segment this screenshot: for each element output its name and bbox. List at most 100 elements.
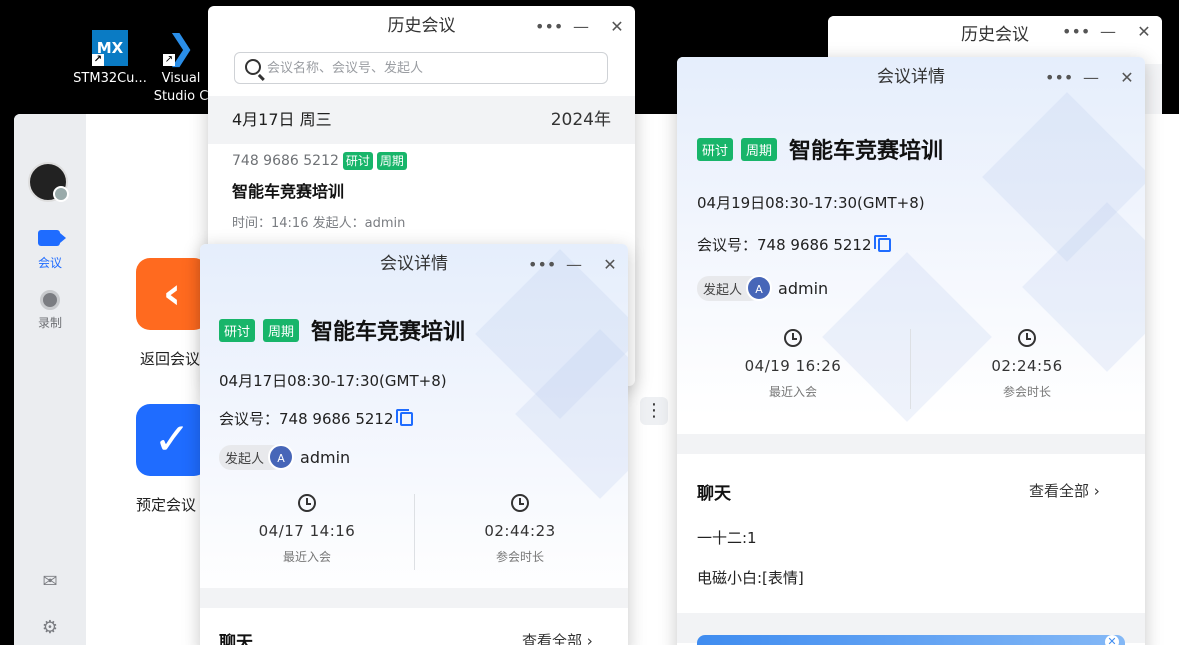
view-all-link[interactable]: 查看全部 › xyxy=(1029,480,1100,501)
check-icon: ✓ xyxy=(153,414,191,465)
window-controls: ••• — ✕ xyxy=(535,6,627,46)
chevron-right-icon: › xyxy=(1093,482,1100,500)
sidebar: 会议 录制 ✉ ⚙ xyxy=(14,114,86,645)
sidebar-item-meeting[interactable]: 会议 xyxy=(14,230,86,271)
more-icon[interactable]: ••• xyxy=(1045,68,1073,87)
window-controls: ••• — ✕ xyxy=(1045,57,1137,97)
schedule-meeting-button[interactable]: ✓ xyxy=(136,404,208,476)
divider xyxy=(910,329,911,409)
minimize-icon[interactable]: — xyxy=(571,17,591,36)
window-controls: ••• — ✕ xyxy=(528,244,620,284)
desktop-icon-label: STM32Cu... xyxy=(73,71,147,86)
meeting-detail-window-left: 会议详情 ••• — ✕ 研讨 周期 智能车竞赛培训 04月17日08:30-1… xyxy=(200,244,628,645)
chat-message: 一十二:1 xyxy=(697,529,757,547)
history-icon xyxy=(298,494,316,512)
copy-icon[interactable] xyxy=(873,235,891,252)
sidebar-item-label: 录制 xyxy=(37,316,62,330)
host-row: 发起人 A admin xyxy=(219,444,350,470)
record-icon xyxy=(40,290,60,310)
view-all-link[interactable]: 查看全部 › xyxy=(522,630,593,645)
host-avatar: A xyxy=(268,444,295,470)
last-join-stat: 04/17 14:16 最近入会 xyxy=(217,494,397,565)
more-icon[interactable]: ••• xyxy=(535,17,563,36)
minimize-icon[interactable]: — xyxy=(1081,68,1101,87)
close-icon[interactable]: ✕ xyxy=(1105,635,1119,645)
more-options-button[interactable]: ⋮ xyxy=(640,397,668,425)
desktop-icon-stm32[interactable]: MX ↗ STM32Cu... xyxy=(60,30,160,88)
tag-discussion: 研讨 xyxy=(342,152,373,170)
return-meeting-label: 返回会议 xyxy=(140,350,201,368)
schedule-meeting-label: 预定会议 xyxy=(136,496,197,514)
divider xyxy=(414,494,415,570)
meeting-id: 748 9686 5212 xyxy=(232,153,339,169)
meeting-number: 会议号：748 9686 5212 xyxy=(219,410,394,428)
meeting-meta: 时间：14:16 发起人：admin xyxy=(232,216,406,231)
tag-recurring: 周期 xyxy=(376,152,407,170)
meeting-title: 智能车竞赛培训 xyxy=(232,182,345,201)
history-icon xyxy=(784,329,802,347)
host-avatar: A xyxy=(746,275,773,301)
return-arrow-icon: ‹ xyxy=(162,268,182,319)
chevron-right-icon: › xyxy=(586,632,593,645)
window-controls: ••• — ✕ xyxy=(1062,16,1154,46)
minimize-icon[interactable]: — xyxy=(1098,22,1118,41)
close-icon[interactable]: ✕ xyxy=(607,17,627,36)
last-join-label: 最近入会 xyxy=(768,385,817,399)
close-icon[interactable]: ✕ xyxy=(1117,68,1137,87)
chat-heading: 聊天 xyxy=(697,484,731,504)
avatar[interactable] xyxy=(28,162,69,202)
duration-label: 参会时长 xyxy=(495,550,544,564)
clock-icon xyxy=(511,494,529,512)
chat-heading: 聊天 xyxy=(219,633,253,645)
list-item[interactable]: 748 9686 5212 研讨 周期 智能车竞赛培训 时间：14:16 发起人… xyxy=(232,152,612,231)
stm32cubemx-icon: MX ↗ xyxy=(92,30,128,66)
title-row: 研讨 周期 智能车竞赛培训 xyxy=(219,314,465,346)
chat-message: 电磁小白:[表情] xyxy=(697,569,804,587)
close-icon[interactable]: ✕ xyxy=(600,255,620,274)
return-meeting-button[interactable]: ‹ xyxy=(136,258,208,330)
shortcut-arrow-icon: ↗ xyxy=(92,54,104,66)
shortcut-arrow-icon: ↗ xyxy=(163,54,175,66)
mail-icon[interactable]: ✉ xyxy=(38,572,62,592)
more-icon[interactable]: ••• xyxy=(528,255,556,274)
more-icon[interactable]: ••• xyxy=(1062,22,1090,41)
tag-discussion: 研讨 xyxy=(219,318,256,342)
sidebar-item-label: 会议 xyxy=(37,256,62,270)
last-join-stat: 04/19 16:26 最近入会 xyxy=(703,329,883,400)
desktop-icon-vscode[interactable]: ❯ ↗ Visual Studio C xyxy=(146,30,216,106)
tag-discussion: 研讨 xyxy=(697,137,734,161)
last-join-label: 最近入会 xyxy=(282,550,331,564)
duration-stat: 02:44:23 参会时长 xyxy=(430,494,610,565)
date-label: 4月17日 周三 xyxy=(232,110,332,129)
year-label: 2024年 xyxy=(550,110,611,130)
tag-recurring: 周期 xyxy=(263,318,300,342)
date-header: 4月17日 周三 2024年 xyxy=(208,96,635,144)
meeting-title: 智能车竞赛培训 xyxy=(789,139,944,164)
video-camera-icon xyxy=(38,230,66,246)
title-row: 研讨 周期 智能车竞赛培训 xyxy=(697,133,943,165)
section-divider xyxy=(200,588,628,608)
view-all-label: 查看全部 xyxy=(522,632,583,645)
meeting-title: 智能车竞赛培训 xyxy=(311,320,466,345)
tag-recurring: 周期 xyxy=(741,137,778,161)
host-row: 发起人 A admin xyxy=(697,275,828,301)
duration-stat: 02:24:56 参会时长 xyxy=(937,329,1117,400)
host-name: admin xyxy=(300,447,351,467)
search-placeholder: 会议名称、会议号、发起人 xyxy=(267,61,424,76)
close-icon[interactable]: ✕ xyxy=(1134,22,1154,41)
duration-value: 02:44:23 xyxy=(484,522,556,540)
settings-icon[interactable]: ⚙ xyxy=(38,618,62,638)
search-input[interactable]: 会议名称、会议号、发起人 xyxy=(234,52,608,84)
duration-value: 02:24:56 xyxy=(991,357,1063,375)
sidebar-item-record[interactable]: 录制 xyxy=(14,290,86,331)
minimize-icon[interactable]: — xyxy=(564,255,584,274)
clock-icon xyxy=(1018,329,1036,347)
vscode-icon: ❯ ↗ xyxy=(163,30,196,68)
last-join-value: 04/19 16:26 xyxy=(744,357,842,375)
copy-icon[interactable] xyxy=(395,409,413,426)
meeting-time: 04月19日08:30-17:30(GMT+8) xyxy=(697,194,925,212)
meeting-detail-window-right: 会议详情 ••• — ✕ 研讨 周期 智能车竞赛培训 04月19日08:30-1… xyxy=(677,57,1145,645)
section-divider xyxy=(677,434,1145,454)
promo-banner[interactable]: ✕ xyxy=(697,635,1125,645)
duration-label: 参会时长 xyxy=(1002,385,1051,399)
